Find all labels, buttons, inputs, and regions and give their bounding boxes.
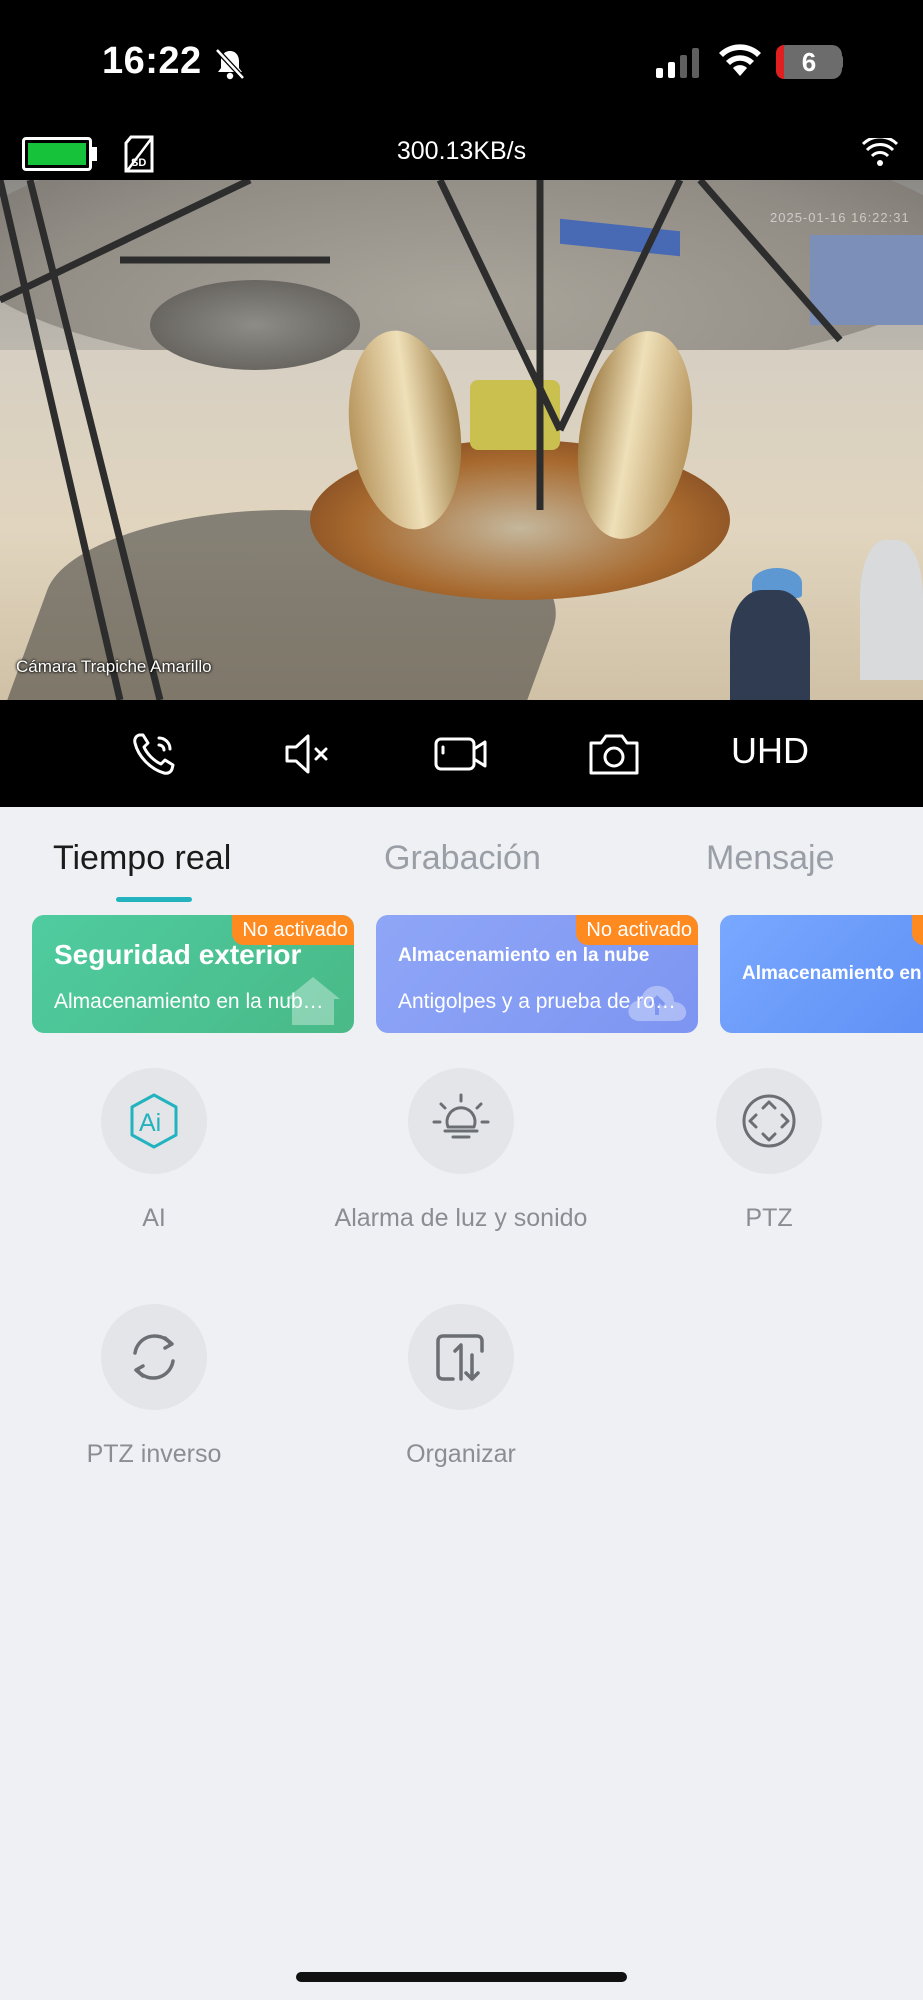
mute-icon [285, 734, 328, 774]
func-label: Alarma de luz y sonido [334, 1204, 588, 1232]
ptz-reverse-icon [133, 1334, 175, 1380]
camera-info-bar: SD 300.13KB/s [0, 125, 923, 180]
tab-bar: Tiempo real Grabación Mensaje [0, 807, 923, 907]
func-ptz-inverso-button[interactable] [101, 1304, 207, 1410]
quality-toggle-button[interactable]: UHD [720, 730, 820, 772]
bell-slash-icon [215, 48, 245, 80]
func-alarma-button[interactable] [408, 1068, 514, 1174]
lightbulb-icon [432, 1093, 490, 1139]
battery-icon: 6 [776, 45, 842, 79]
func-alarma-luz-sonido[interactable]: Alarma de luz y sonido [321, 1068, 601, 1233]
func-label: AI [142, 1204, 166, 1232]
ptz-icon [742, 1094, 796, 1148]
snapshot-camera-icon [589, 734, 639, 775]
wifi-icon [719, 44, 761, 76]
func-ptz-button[interactable] [716, 1068, 822, 1174]
service-cards-carousel[interactable]: Seguridad exterior Almacenamiento en la … [0, 915, 923, 1035]
func-ai[interactable]: Ai AI [14, 1068, 294, 1233]
tab-tiempo-real[interactable]: Tiempo real [53, 839, 231, 878]
snapshot-button[interactable] [586, 726, 642, 782]
battery-level: 6 [801, 47, 817, 77]
func-label: Organizar [406, 1440, 516, 1468]
call-icon [133, 733, 175, 775]
record-video-icon [434, 737, 487, 771]
func-ptz[interactable]: PTZ [629, 1068, 909, 1233]
camera-name-label: Cámara Trapiche Amarillo [16, 657, 212, 676]
card-title: Almacenamiento en la nube [398, 945, 650, 966]
func-label: PTZ inverso [86, 1440, 222, 1468]
transfer-speed: 300.13KB/s [396, 137, 527, 165]
active-tab-indicator [116, 897, 192, 902]
status-badge: No activado [576, 915, 698, 945]
call-button[interactable] [126, 726, 182, 782]
card-seguridad-exterior[interactable]: Seguridad exterior Almacenamiento en la … [32, 915, 354, 1033]
card-subtitle: Almacenamiento en la nube gratis [54, 990, 334, 1013]
status-badge: N [912, 915, 923, 945]
video-person-right [860, 540, 923, 680]
tab-mensaje[interactable]: Mensaje [706, 839, 835, 878]
home-indicator[interactable] [296, 1972, 627, 1982]
mute-button[interactable] [279, 726, 335, 782]
device-wifi-icon [862, 138, 898, 166]
card-title: Almacenamiento en la nube [742, 963, 923, 984]
tab-grabacion[interactable]: Grabación [384, 839, 541, 878]
live-video-feed[interactable]: 2025-01-16 16:22:31 Cámara Trapiche Amar… [0, 180, 923, 700]
organize-icon [436, 1334, 484, 1381]
record-video-button[interactable] [432, 726, 488, 782]
video-person [730, 590, 810, 700]
video-timestamp: 2025-01-16 16:22:31 [770, 210, 910, 225]
func-organizar-button[interactable] [408, 1304, 514, 1410]
ai-icon: Ai [130, 1093, 178, 1149]
card-almacenamiento-nube-2[interactable]: Almacenamiento en la nube N [720, 915, 923, 1033]
func-label: PTZ [745, 1204, 793, 1232]
card-almacenamiento-nube[interactable]: Almacenamiento en la nube Antigolpes y a… [376, 915, 698, 1033]
video-controls-bar: UHD [0, 700, 923, 807]
status-time: 16:22 [102, 40, 202, 82]
status-badge: No activado [232, 915, 354, 945]
svg-text:Ai: Ai [139, 1109, 161, 1137]
card-subtitle: Antigolpes y a prueba de robos [398, 990, 678, 1013]
func-ptz-inverso[interactable]: PTZ inverso [14, 1304, 294, 1469]
battery-cap [838, 55, 843, 69]
status-bar: 16:22 6 [0, 0, 923, 125]
func-ai-button[interactable]: Ai [101, 1068, 207, 1174]
cellular-signal-icon [656, 48, 699, 78]
func-organizar[interactable]: Organizar [321, 1304, 601, 1469]
